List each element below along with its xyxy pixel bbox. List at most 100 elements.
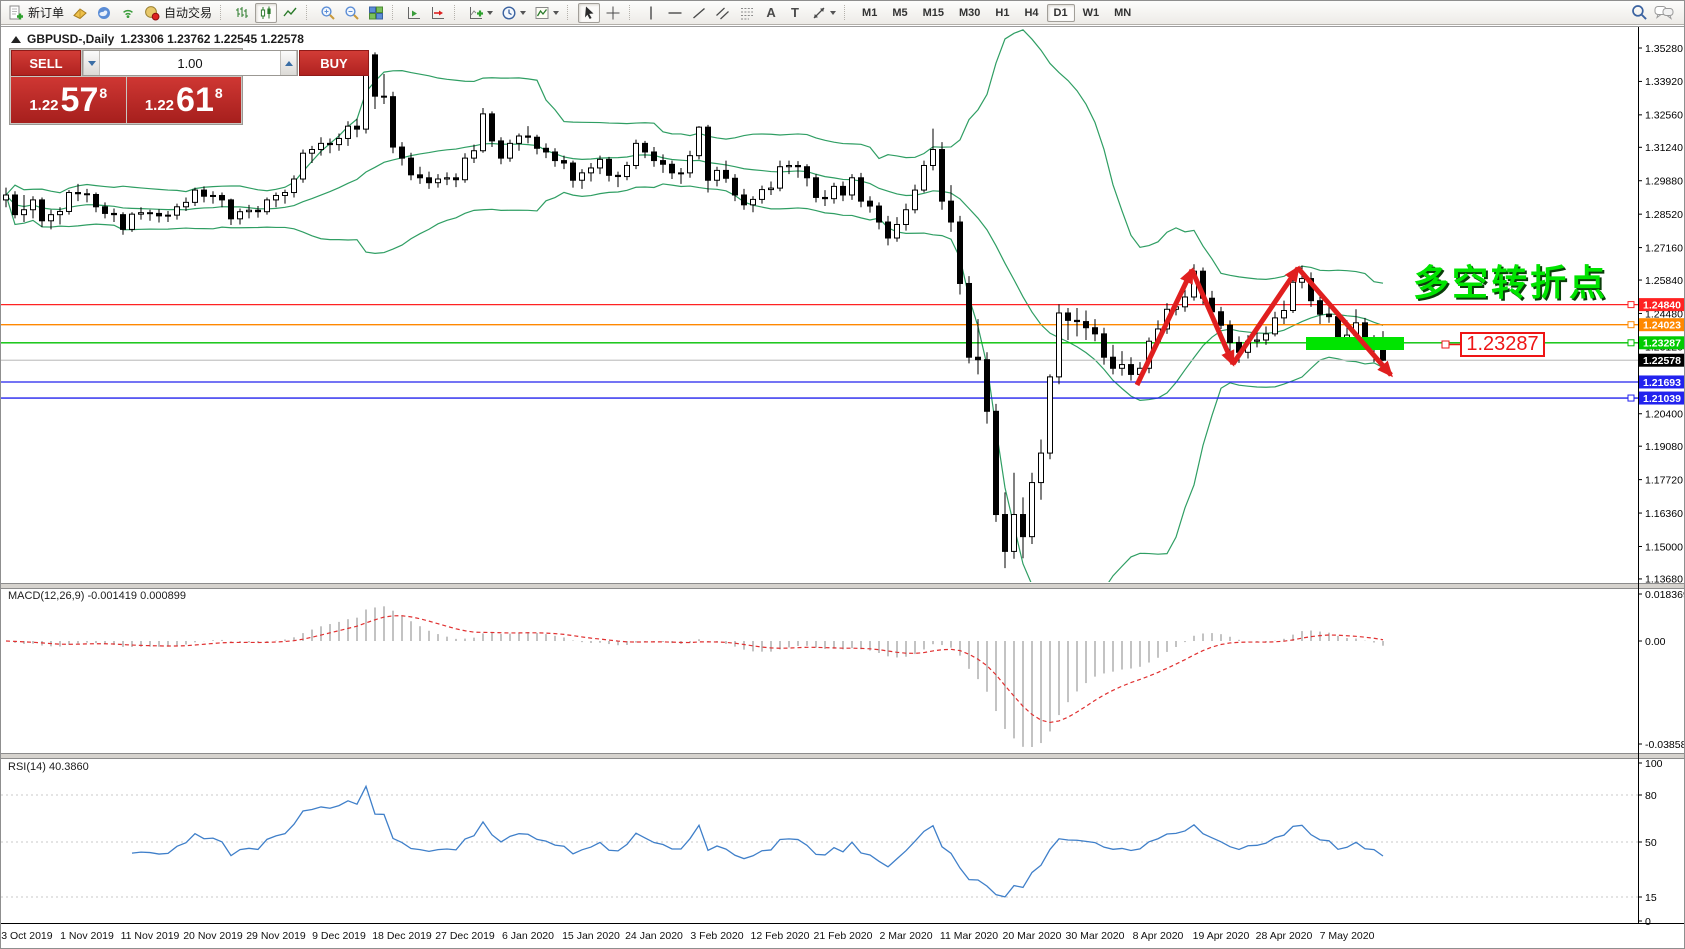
macd-tick-label: 0.018369 [1645, 589, 1685, 601]
candle-body [733, 178, 738, 195]
sell-price-display[interactable]: 1.22 57 8 [11, 77, 126, 123]
new-order-button[interactable]: 新订单 [5, 3, 67, 23]
volume-increase-button[interactable] [280, 51, 297, 75]
auto-scroll-button[interactable] [403, 3, 425, 23]
date-tick-label: 8 Apr 2020 [1133, 930, 1184, 942]
chat-icon[interactable] [1654, 4, 1674, 21]
chart-canvas[interactable]: 1.352801.339201.325601.312401.298801.285… [1, 1, 1685, 949]
timeframe-button-M1[interactable]: M1 [855, 4, 884, 22]
price-badge-label: 1.24840 [1643, 299, 1681, 311]
line-chart-mode-button[interactable] [279, 3, 301, 23]
rsi-tick-label: 100 [1645, 758, 1663, 770]
price-tick-label: 1.29880 [1645, 176, 1683, 188]
trend-arrow[interactable] [1298, 268, 1391, 375]
mql-community-button[interactable] [93, 3, 115, 23]
zoom-in-button[interactable] [317, 3, 339, 23]
candle-body [1291, 282, 1296, 310]
search-icon[interactable] [1631, 4, 1648, 21]
line-end-marker[interactable] [1628, 395, 1634, 401]
candle-body [355, 126, 360, 129]
market-watch-button[interactable] [69, 3, 91, 23]
candle-body [310, 150, 315, 154]
equidistant-channel-icon [715, 5, 731, 21]
signals-button[interactable] [117, 3, 139, 23]
buy-button[interactable]: BUY [299, 50, 369, 76]
timeframe-button-M15[interactable]: M15 [916, 4, 951, 22]
candle-body [1183, 297, 1188, 307]
candle-body [859, 178, 864, 201]
line-chart-icon [282, 5, 298, 21]
candle-body [571, 163, 576, 180]
candle-body [1120, 365, 1125, 369]
line-end-marker[interactable] [1628, 302, 1634, 308]
arrows-tool-button[interactable] [808, 3, 839, 23]
candle-body [58, 211, 63, 214]
collapse-panel-icon[interactable] [11, 36, 21, 43]
signal-icon [120, 5, 136, 21]
trend-arrow[interactable] [1192, 270, 1233, 364]
autotrading-button[interactable]: 自动交易 [141, 3, 215, 23]
timeframe-button-M30[interactable]: M30 [952, 4, 987, 22]
tile-windows-button[interactable] [365, 3, 387, 23]
buy-price-main: 61 [176, 83, 214, 117]
candle-body [814, 178, 819, 198]
candle-body [1111, 357, 1116, 368]
line-end-marker[interactable] [1628, 340, 1634, 346]
trendline-tool-button[interactable] [688, 3, 710, 23]
channel-tool-button[interactable] [712, 3, 734, 23]
trend-arrow[interactable] [1137, 270, 1192, 385]
timeframe-button-H4[interactable]: H4 [1017, 4, 1045, 22]
rsi-tick-label: 0 [1645, 916, 1651, 928]
bar-chart-mode-button[interactable] [231, 3, 253, 23]
date-tick-label: 20 Mar 2020 [1003, 930, 1062, 942]
crosshair-tool-button[interactable] [602, 3, 624, 23]
price-tick-label: 1.25840 [1645, 275, 1683, 287]
chart-shift-button[interactable] [427, 3, 449, 23]
indicators-button[interactable] [465, 3, 496, 23]
timeframe-button-W1[interactable]: W1 [1076, 4, 1107, 22]
timeframe-button-H1[interactable]: H1 [988, 4, 1016, 22]
periods-button[interactable] [498, 3, 529, 23]
buy-price-display[interactable]: 1.22 61 8 [127, 77, 242, 123]
highlight-rectangle[interactable] [1306, 337, 1404, 350]
volume-decrease-button[interactable] [83, 51, 100, 75]
templates-button[interactable] [531, 3, 562, 23]
fibonacci-tool-button[interactable] [736, 3, 758, 23]
trend-arrow[interactable] [1233, 268, 1298, 364]
macd-signal-line [6, 616, 1383, 723]
volume-input[interactable] [100, 51, 280, 75]
candle-body [787, 165, 792, 166]
candlestick-mode-button[interactable] [255, 3, 277, 23]
candle-body [427, 178, 432, 183]
candle-body [1300, 279, 1305, 283]
candle-body [454, 178, 459, 180]
dropdown-caret-icon [553, 11, 559, 15]
price-tick-label: 1.33920 [1645, 76, 1683, 88]
zoom-out-button[interactable] [341, 3, 363, 23]
cursor-tool-button[interactable] [578, 3, 600, 23]
rsi-tick-label: 50 [1645, 837, 1657, 849]
price-callout-label[interactable]: 1.23287 [1460, 332, 1545, 357]
line-end-marker[interactable] [1628, 322, 1634, 328]
candle-body [760, 190, 765, 200]
mt4-window: 新订单 自动交易 [0, 0, 1685, 949]
candle-body [598, 159, 603, 168]
horizontal-line-tool-button[interactable] [664, 3, 686, 23]
candle-body [94, 194, 99, 206]
timeframe-button-D1[interactable]: D1 [1047, 4, 1075, 22]
candle-body [778, 167, 783, 188]
sell-button[interactable]: SELL [11, 50, 81, 76]
text-label-tool-button[interactable]: T [784, 3, 806, 23]
timeframe-button-M5[interactable]: M5 [885, 4, 914, 22]
dropdown-caret-icon [520, 11, 526, 15]
toolbar-grip [629, 5, 635, 20]
candle-body [409, 158, 414, 175]
vertical-line-tool-button[interactable] [640, 3, 662, 23]
horizontal-lines [1, 305, 1638, 398]
sell-price-main: 57 [61, 83, 99, 117]
turning-point-annotation[interactable]: 多空转折点 [1413, 254, 1608, 306]
timeframe-button-MN[interactable]: MN [1107, 4, 1138, 22]
text-tool-button[interactable]: A [760, 3, 782, 23]
template-icon [534, 5, 550, 21]
candle-body [13, 195, 18, 215]
